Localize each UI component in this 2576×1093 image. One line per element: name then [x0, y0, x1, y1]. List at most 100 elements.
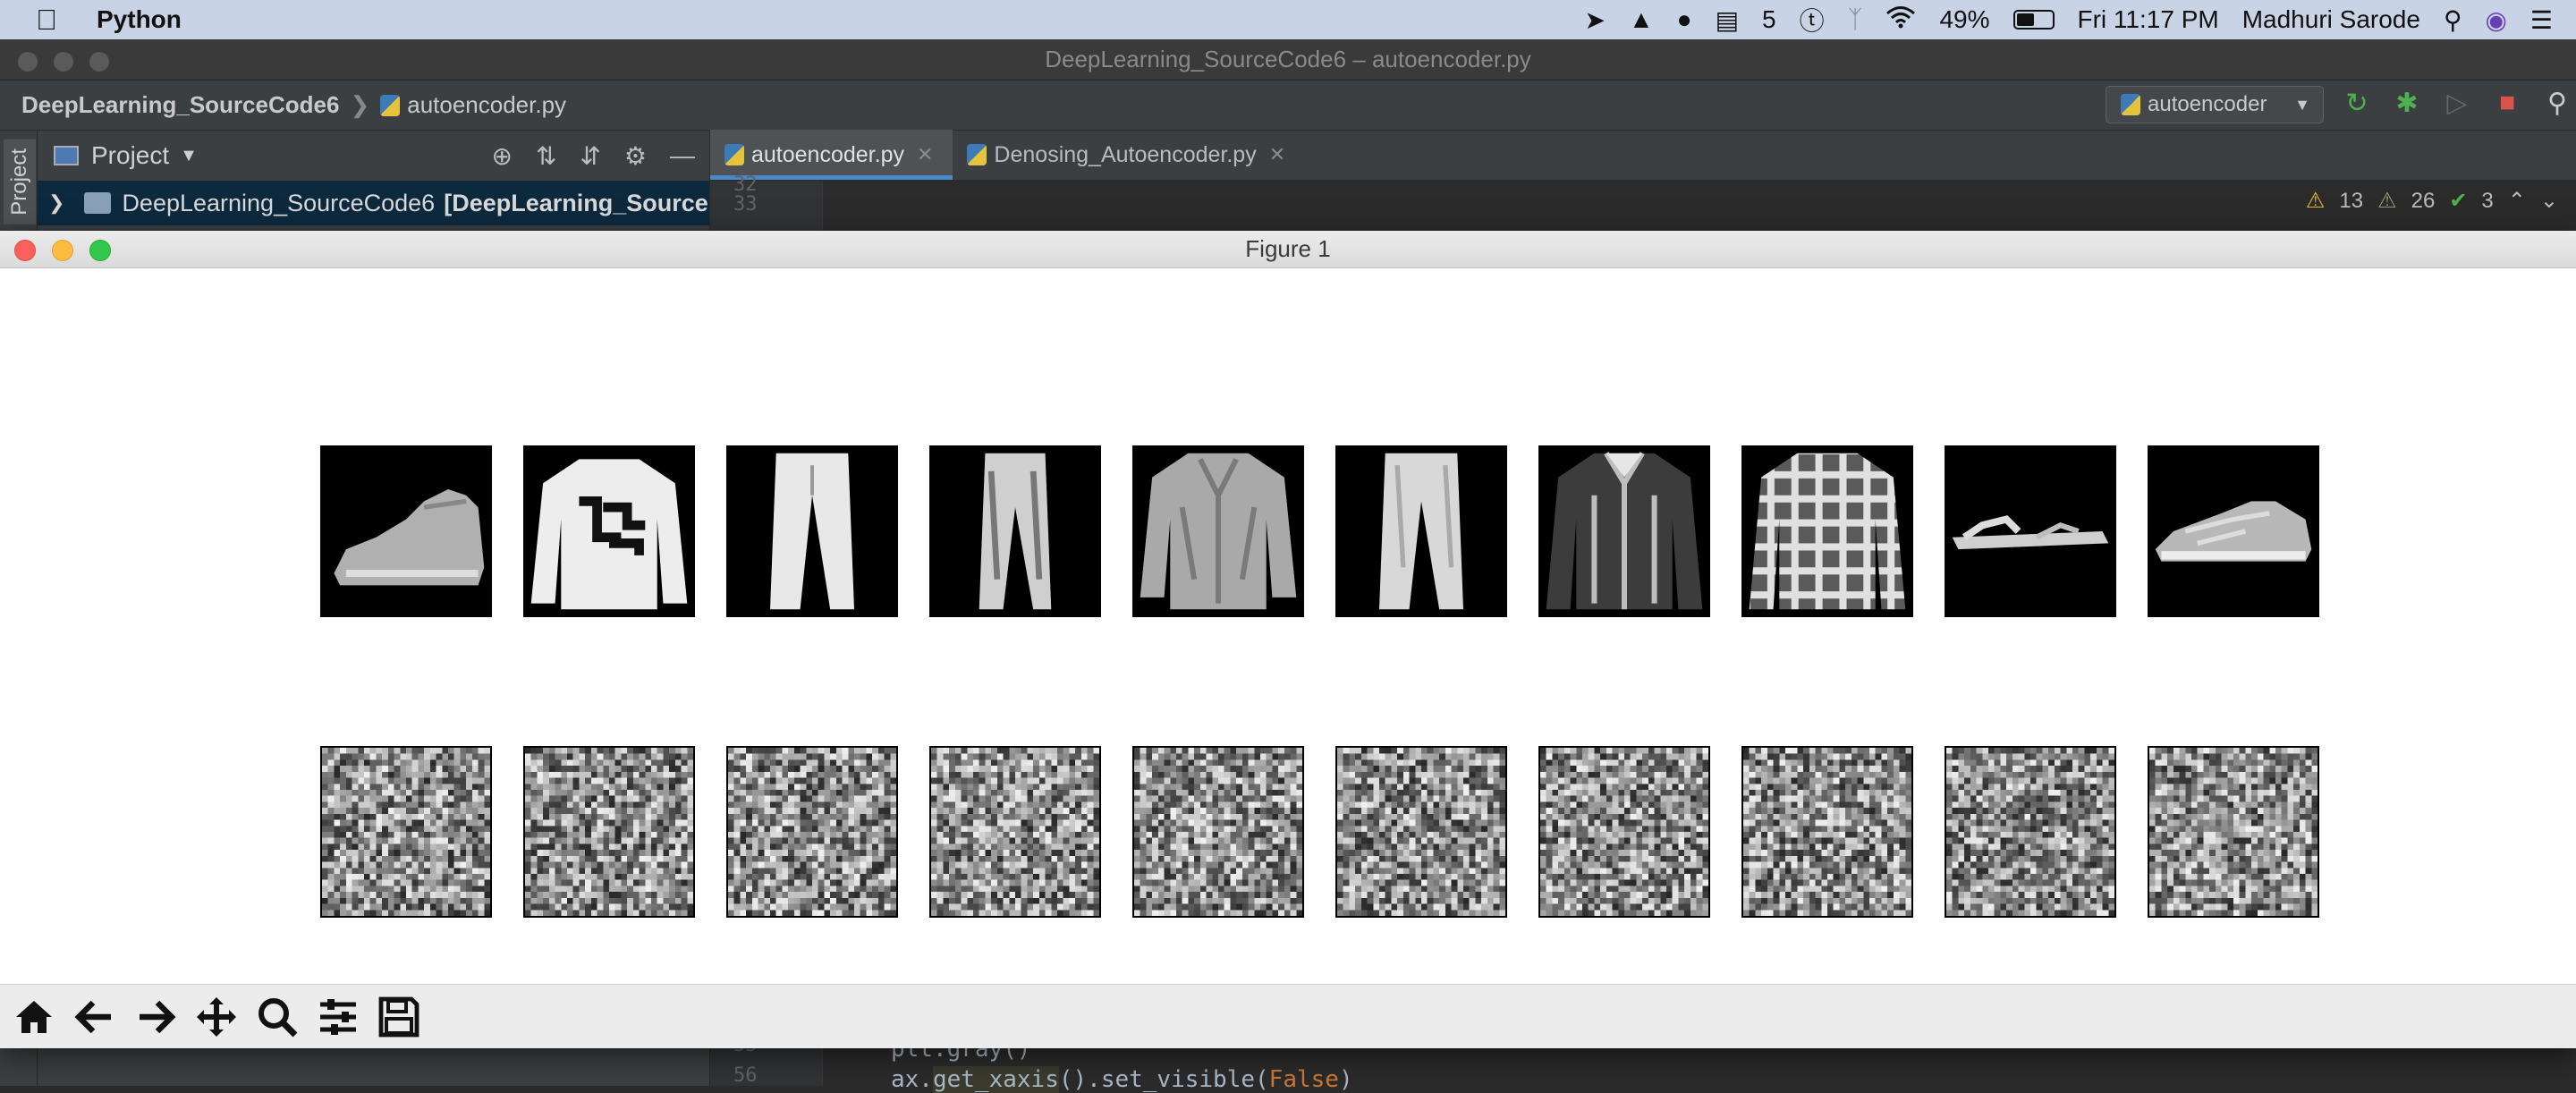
project-view-icon	[54, 146, 79, 165]
weak-warning-count: 26	[2411, 189, 2436, 214]
noise-image	[1741, 746, 1913, 918]
next-highlight-icon[interactable]: ⌄	[2540, 188, 2558, 214]
figure-title-bar: Figure 1	[0, 231, 2576, 268]
configure-subplots-icon[interactable]	[309, 988, 367, 1046]
user-name[interactable]: Madhuri Sarode	[2242, 5, 2420, 34]
project-tree-root[interactable]: ❯ DeepLearning_SourceCode6 [DeepLearning…	[38, 181, 709, 225]
app-menu[interactable]: Python	[97, 5, 182, 34]
image-trouser	[726, 445, 898, 617]
image-shirt	[1741, 445, 1913, 617]
noise-image	[2148, 746, 2319, 918]
apple-icon[interactable]: 	[36, 4, 63, 37]
python-file-icon	[967, 144, 987, 165]
expand-all-icon[interactable]: ⇅	[536, 141, 556, 171]
close-tab-icon[interactable]: ✕	[1269, 143, 1285, 166]
locate-icon[interactable]: ⊕	[491, 141, 512, 171]
rerun-icon[interactable]: ↻	[2342, 88, 2372, 119]
close-button[interactable]	[14, 240, 36, 261]
vlc-icon[interactable]: ▲	[1629, 5, 1654, 34]
debug-icon[interactable]: ✱	[2392, 88, 2422, 119]
project-view-label[interactable]: Project	[91, 141, 169, 170]
clock[interactable]: Fri 11:17 PM	[2078, 5, 2219, 34]
save-icon[interactable]	[370, 988, 428, 1046]
figure-window: Figure 1	[0, 231, 2576, 1048]
minimize-button[interactable]	[52, 240, 73, 261]
previous-highlight-icon[interactable]: ⌃	[2508, 188, 2526, 214]
breadcrumb-file[interactable]: autoencoder.py	[407, 91, 566, 119]
image-coat	[1538, 445, 1710, 617]
inspection-widget[interactable]: ⚠ 13 ⚠ 26 ✔ 3 ⌃ ⌄	[2306, 188, 2558, 214]
image-shirt	[1132, 445, 1304, 617]
zoom-icon[interactable]	[249, 988, 306, 1046]
image-ankle-boot	[320, 445, 492, 617]
noise-image	[1335, 746, 1507, 918]
image-sandal	[1945, 445, 2116, 617]
forward-icon[interactable]	[127, 988, 184, 1046]
typo-count: 3	[2481, 189, 2493, 214]
tasks-icon[interactable]: ▤	[1716, 5, 1739, 35]
location-icon[interactable]: ➤	[1584, 5, 1605, 35]
python-file-icon	[2121, 94, 2140, 115]
image-pullover	[523, 445, 695, 617]
warning-count: 13	[2339, 189, 2363, 214]
collapse-all-icon[interactable]: ⇵	[580, 141, 600, 171]
hide-icon[interactable]: —	[670, 141, 695, 171]
weak-warning-icon: ⚠	[2377, 188, 2397, 214]
run-configuration-select[interactable]: autoencoder ▼	[2106, 86, 2324, 123]
figure-canvas[interactable]	[0, 268, 2576, 984]
pan-icon[interactable]	[188, 988, 245, 1046]
python-file-icon	[724, 144, 744, 165]
line-number: 33	[733, 193, 758, 216]
folder-icon	[84, 192, 111, 214]
search-everywhere-icon[interactable]: ⚲	[2542, 88, 2572, 119]
python-file-icon	[380, 95, 400, 116]
counter-badge[interactable]: 5	[1762, 5, 1776, 34]
breadcrumb-project[interactable]: DeepLearning_SourceCode6	[21, 91, 339, 119]
battery-icon[interactable]	[2013, 10, 2055, 30]
zoom-button[interactable]	[89, 240, 111, 261]
evernote-icon[interactable]: ●	[1677, 5, 1692, 34]
minimize-button[interactable]	[54, 52, 73, 72]
editor-tabs: autoencoder.py ✕ Denosing_Autoencoder.py…	[710, 131, 2576, 181]
project-tool-window-tab[interactable]: Project	[4, 140, 36, 225]
wifi-icon[interactable]	[1885, 5, 1916, 35]
stop-icon[interactable]: ■	[2492, 88, 2522, 119]
code-text: ax.	[891, 1066, 933, 1093]
chevron-down-icon[interactable]: ▼	[180, 146, 198, 166]
navigation-bar: DeepLearning_SourceCode6 ❯ autoencoder.p…	[0, 80, 2576, 131]
code-keyword: False	[1269, 1066, 1339, 1093]
warning-icon: ⚠	[2306, 188, 2326, 214]
close-button[interactable]	[18, 52, 38, 72]
tab-label: autoencoder.py	[751, 142, 904, 168]
noise-image	[1538, 746, 1710, 918]
noise-image	[523, 746, 695, 918]
figure-title: Figure 1	[1245, 235, 1330, 263]
home-icon[interactable]	[5, 988, 63, 1046]
gear-icon[interactable]: ⚙	[624, 141, 647, 171]
coverage-icon[interactable]: ▷	[2442, 88, 2472, 119]
menu-bar:  Python ➤ ▲ ● ▤ 5 ⓣ ᛉ 49% Fri 11:17 PM …	[0, 0, 2576, 39]
close-tab-icon[interactable]: ✕	[917, 143, 933, 166]
code-text: ().set_visible(	[1059, 1066, 1269, 1093]
code-text: )	[1339, 1066, 1353, 1093]
battery-percent[interactable]: 49%	[1939, 5, 1989, 34]
chevron-down-icon: ▼	[2294, 96, 2310, 114]
tab-autoencoder[interactable]: autoencoder.py ✕	[710, 130, 953, 180]
notification-center-icon[interactable]: ☰	[2530, 5, 2553, 35]
project-root-name: DeepLearning_SourceCode6	[122, 190, 435, 217]
siri-icon[interactable]: ◉	[2485, 5, 2506, 35]
bluetooth-icon[interactable]: ᛉ	[1848, 5, 1863, 34]
spotlight-search-icon[interactable]: ⚲	[2444, 5, 2462, 35]
noise-image	[320, 746, 492, 918]
typo-check-icon: ✔	[2449, 188, 2467, 214]
noise-image	[1945, 746, 2116, 918]
project-root-path: [DeepLearning_Source	[444, 190, 708, 217]
back-icon[interactable]	[66, 988, 123, 1046]
tab-denosing-autoencoder[interactable]: Denosing_Autoencoder.py ✕	[953, 130, 1305, 180]
line-number: 56	[733, 1064, 758, 1087]
skype-icon[interactable]: ⓣ	[1800, 2, 1825, 38]
code-line-56[interactable]: ax.get_xaxis().set_visible(False)	[891, 1066, 1353, 1093]
chevron-right-icon[interactable]: ❯	[48, 191, 64, 215]
zoom-button[interactable]	[89, 52, 109, 72]
noise-image	[1132, 746, 1304, 918]
